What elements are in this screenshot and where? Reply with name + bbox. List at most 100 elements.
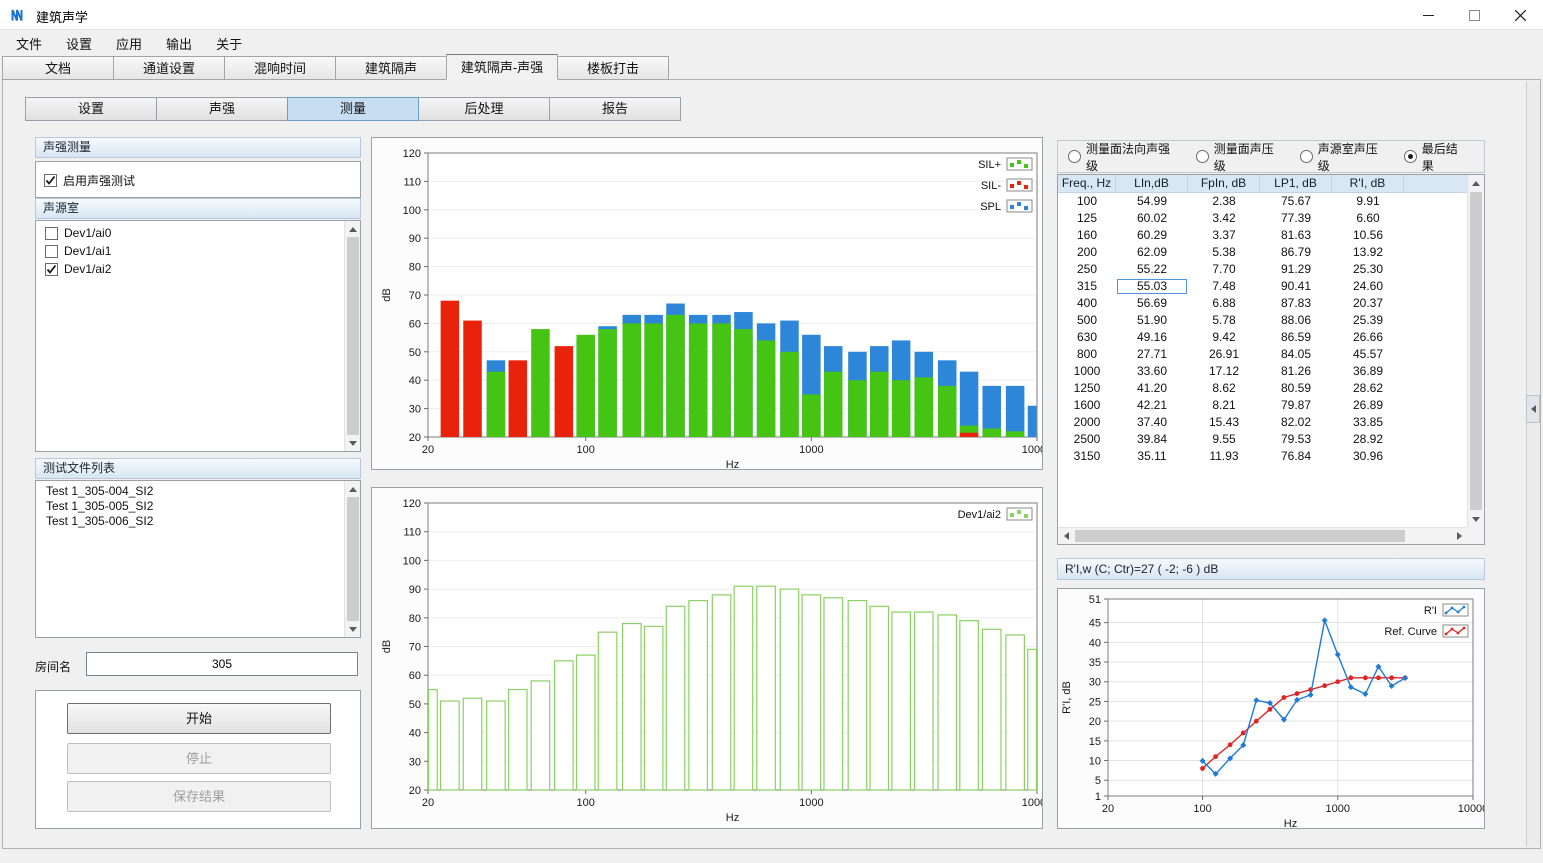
table-cell[interactable]: 25.30 — [1332, 261, 1404, 278]
stop-button[interactable]: 停止 — [67, 743, 331, 774]
radio-source-spl[interactable]: 声源室声压级 — [1300, 140, 1389, 174]
test-file-item-1[interactable]: Test 1_305-005_SI2 — [37, 499, 343, 514]
legend-item-dev1-ai2[interactable]: Dev1/ai2 — [958, 508, 1032, 521]
room-name-input[interactable] — [86, 652, 358, 676]
scroll-down-arrow[interactable] — [345, 621, 361, 637]
table-cell[interactable]: 800 — [1058, 346, 1116, 363]
scroll-right-arrow[interactable] — [1451, 528, 1467, 544]
table-cell[interactable]: 1600 — [1058, 397, 1116, 414]
panel-collapse-handle[interactable] — [1526, 395, 1540, 423]
tab-document[interactable]: 文档 — [2, 56, 114, 80]
table-cell[interactable]: 60.29 — [1116, 227, 1188, 244]
table-cell[interactable]: 45.57 — [1332, 346, 1404, 363]
scroll-left-arrow[interactable] — [1058, 528, 1074, 544]
table-cell[interactable]: 3.42 — [1188, 210, 1260, 227]
table-cell[interactable]: 7.70 — [1188, 261, 1260, 278]
table-cell[interactable]: 8.62 — [1188, 380, 1260, 397]
table-cell[interactable]: 1000 — [1058, 363, 1116, 380]
scrollbar-thumb[interactable] — [347, 237, 359, 435]
table-cell[interactable]: 37.40 — [1116, 414, 1188, 431]
table-cell[interactable]: 81.63 — [1260, 227, 1332, 244]
table-cell[interactable]: 100 — [1058, 193, 1116, 210]
menu-item-output[interactable]: 输出 — [154, 30, 204, 57]
table-cell[interactable]: 81.26 — [1260, 363, 1332, 380]
table-cell[interactable]: 62.09 — [1116, 244, 1188, 261]
table-cell[interactable]: 9.42 — [1188, 329, 1260, 346]
table-cell[interactable]: 75.67 — [1260, 193, 1332, 210]
table-cell[interactable]: 26.91 — [1188, 346, 1260, 363]
table-cell[interactable]: 27.71 — [1116, 346, 1188, 363]
radio-final-result[interactable]: 最后结果 — [1404, 140, 1469, 174]
table-cell[interactable]: 55.22 — [1116, 261, 1188, 278]
tab-floor-impact[interactable]: 楼板打击 — [557, 56, 669, 80]
table-cell[interactable]: 200 — [1058, 244, 1116, 261]
channel-item-0[interactable]: Dev1/ai0 — [37, 224, 343, 242]
table-cell[interactable]: 30.96 — [1332, 448, 1404, 465]
table-cell[interactable]: 33.60 — [1116, 363, 1188, 380]
table-cell[interactable]: 28.62 — [1332, 380, 1404, 397]
channel-item-1[interactable]: Dev1/ai1 — [37, 242, 343, 260]
table-cell[interactable]: 630 — [1058, 329, 1116, 346]
table-cell[interactable]: 49.16 — [1116, 329, 1188, 346]
table-cell[interactable]: 500 — [1058, 312, 1116, 329]
enable-si-checkbox[interactable]: 启用声强测试 — [36, 171, 360, 189]
table-cell[interactable]: 84.05 — [1260, 346, 1332, 363]
table-cell[interactable]: 82.02 — [1260, 414, 1332, 431]
table-cell[interactable]: 8.21 — [1188, 397, 1260, 414]
table-cell[interactable]: 86.79 — [1260, 244, 1332, 261]
table-cell[interactable]: 28.92 — [1332, 431, 1404, 448]
subtab-sound-intensity[interactable]: 声强 — [156, 97, 288, 121]
table-cell[interactable]: 77.39 — [1260, 210, 1332, 227]
table-cell[interactable]: 41.20 — [1116, 380, 1188, 397]
table-cell[interactable]: 90.41 — [1260, 278, 1332, 295]
table-cell[interactable]: 400 — [1058, 295, 1116, 312]
table-cell[interactable]: 6.88 — [1188, 295, 1260, 312]
table-cell[interactable]: 55.03 — [1116, 278, 1188, 295]
table-cell[interactable]: 24.60 — [1332, 278, 1404, 295]
table-cell[interactable]: 39.84 — [1116, 431, 1188, 448]
maximize-button[interactable] — [1451, 0, 1497, 30]
start-button[interactable]: 开始 — [67, 703, 331, 734]
menu-item-about[interactable]: 关于 — [204, 30, 254, 57]
radio-surface-spl[interactable]: 测量面声压级 — [1196, 140, 1285, 174]
tab-building-insulation-si[interactable]: 建筑隔声-声强 — [446, 54, 558, 80]
table-cell[interactable]: 20.37 — [1332, 295, 1404, 312]
table-cell[interactable]: 250 — [1058, 261, 1116, 278]
table-cell[interactable]: 3150 — [1058, 448, 1116, 465]
table-cell[interactable]: 5.78 — [1188, 312, 1260, 329]
menu-item-application[interactable]: 应用 — [104, 30, 154, 57]
table-cell[interactable]: 125 — [1058, 210, 1116, 227]
table-cell[interactable]: 86.59 — [1260, 329, 1332, 346]
table-cell[interactable]: 25.39 — [1332, 312, 1404, 329]
subtab-postprocess[interactable]: 后处理 — [418, 97, 550, 121]
save-result-button[interactable]: 保存结果 — [67, 781, 331, 812]
table-cell[interactable]: 33.85 — [1332, 414, 1404, 431]
test-file-item-2[interactable]: Test 1_305-006_SI2 — [37, 514, 343, 529]
table-cell[interactable]: 79.53 — [1260, 431, 1332, 448]
scrollbar-thumb[interactable] — [1075, 530, 1405, 542]
table-cell[interactable]: 56.69 — [1116, 295, 1188, 312]
table-cell[interactable]: 11.93 — [1188, 448, 1260, 465]
tab-channel-setup[interactable]: 通道设置 — [113, 56, 225, 80]
table-cell[interactable]: 76.84 — [1260, 448, 1332, 465]
table-cell[interactable]: 17.12 — [1188, 363, 1260, 380]
table-cell[interactable]: 15.43 — [1188, 414, 1260, 431]
subtab-setup[interactable]: 设置 — [25, 97, 157, 121]
table-cell[interactable]: 160 — [1058, 227, 1116, 244]
close-button[interactable] — [1497, 0, 1543, 30]
table-cell[interactable]: 26.89 — [1332, 397, 1404, 414]
legend-item-ri[interactable]: R'I — [1424, 604, 1468, 617]
scrollbar-thumb[interactable] — [347, 497, 359, 621]
menu-item-settings[interactable]: 设置 — [54, 30, 104, 57]
table-cell[interactable]: 35.11 — [1116, 448, 1188, 465]
scroll-down-arrow[interactable] — [1468, 511, 1484, 527]
table-cell[interactable]: 6.60 — [1332, 210, 1404, 227]
table-cell[interactable]: 79.87 — [1260, 397, 1332, 414]
scroll-up-arrow[interactable] — [345, 221, 361, 237]
table-cell[interactable]: 1250 — [1058, 380, 1116, 397]
subtab-report[interactable]: 报告 — [549, 97, 681, 121]
table-cell[interactable]: 60.02 — [1116, 210, 1188, 227]
subtab-measure[interactable]: 测量 — [287, 97, 419, 121]
table-cell[interactable]: 9.91 — [1332, 193, 1404, 210]
table-cell[interactable]: 2500 — [1058, 431, 1116, 448]
